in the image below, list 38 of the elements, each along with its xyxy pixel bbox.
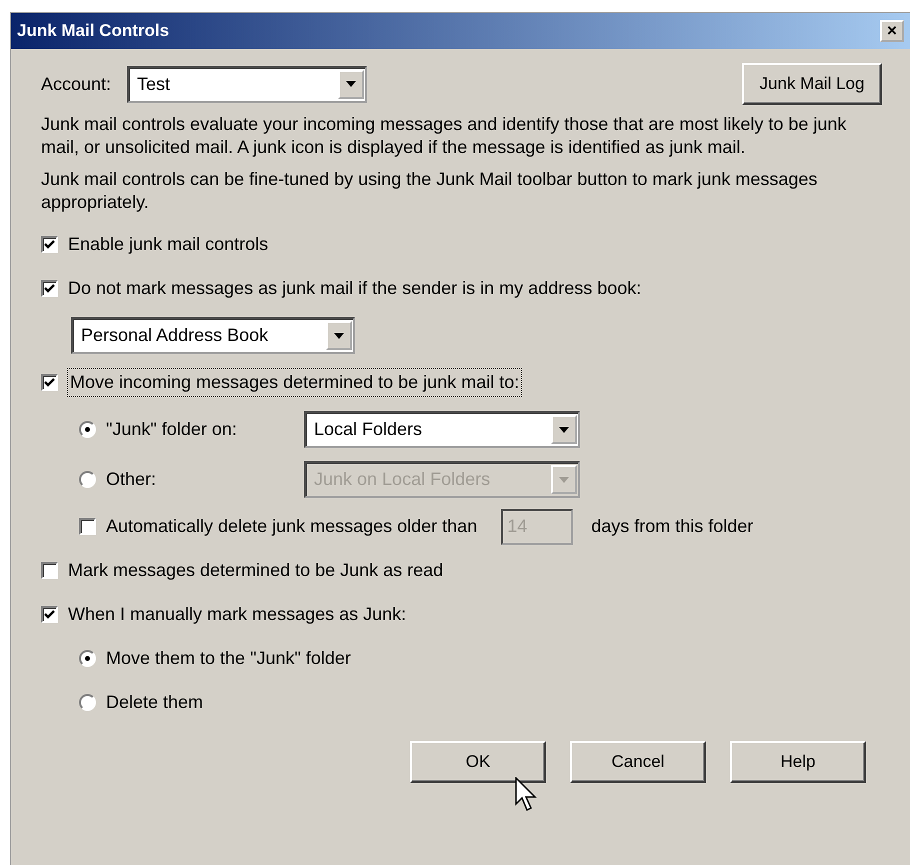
radio-label: "Junk" folder on: — [106, 418, 238, 442]
checkbox-label: Enable junk mail controls — [68, 233, 268, 256]
dialog-button[interactable]: Help — [730, 740, 866, 783]
check-icon — [44, 378, 55, 388]
dialog-button[interactable]: Cancel — [570, 740, 706, 783]
dropdown[interactable]: Test — [127, 66, 368, 102]
description-text: Junk mail controls evaluate your incoming messages and identify those that are most likely to be junk mail, or unsolicited mail. A junk icon is displayed if the message is identified as junk mail. — [41, 113, 848, 160]
checkbox-label: Move incoming messages determined to be junk mail to: — [68, 369, 522, 396]
check-icon — [44, 610, 55, 620]
radio-label: Move them to the "Junk" folder — [106, 647, 351, 670]
junk-mail-log-button[interactable]: Junk Mail Log — [742, 63, 882, 105]
checkbox[interactable] — [41, 606, 58, 624]
checkbox-label: Automatically delete junk messages older than — [106, 515, 478, 538]
radio-button[interactable] — [79, 650, 96, 668]
checkbox-label: Mark messages determined to be Junk as read — [68, 559, 444, 582]
check-icon — [44, 240, 55, 250]
checkbox[interactable] — [41, 236, 58, 254]
radio-button[interactable] — [79, 471, 96, 488]
description-text: Junk mail controls can be fine-tuned by using the Junk Mail toolbar button to mark junk messages appropriately. — [41, 168, 818, 214]
close-button[interactable]: × — [880, 20, 904, 42]
dropdown[interactable]: Local Folders — [304, 411, 580, 448]
window-title: Junk Mail Controls — [17, 20, 170, 42]
checkbox[interactable] — [79, 518, 96, 536]
dropdown[interactable]: Personal Address Book — [71, 317, 355, 354]
checkbox[interactable] — [41, 562, 58, 580]
radio-button[interactable] — [79, 694, 96, 712]
checkbox-label: When I manually mark messages as Junk: — [68, 603, 406, 626]
field-suffix: days from this folder — [591, 515, 754, 538]
radio-label: Delete them — [106, 691, 204, 714]
radio-button[interactable] — [79, 421, 96, 438]
account-label: Account: — [41, 72, 112, 96]
dialog-button[interactable]: OK — [410, 740, 546, 783]
mouse-pointer-icon — [515, 777, 539, 813]
check-icon — [44, 284, 55, 294]
checkbox[interactable] — [41, 280, 58, 298]
radio-label: Other: — [106, 468, 158, 492]
checkbox-label: Do not mark messages as junk mail if the sender is in my address book: — [68, 277, 642, 300]
checkbox[interactable] — [41, 374, 58, 392]
